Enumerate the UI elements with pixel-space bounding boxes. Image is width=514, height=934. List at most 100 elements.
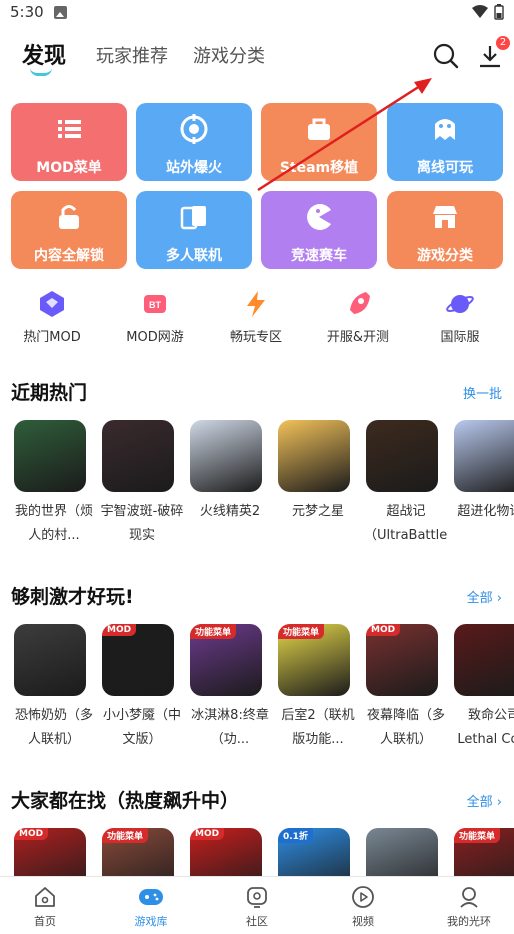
game-name: 超进化物语2 [457,504,514,519]
tile-label: Steam移植 [279,160,359,176]
game-card[interactable]: 恐怖奶奶（多人联机） [12,624,96,754]
nav-profile[interactable]: 我的光环 [424,885,514,929]
game-card[interactable]: 超战记（UltraBattle） [364,420,448,550]
game-card[interactable] [364,828,448,876]
game-cover[interactable] [14,624,86,696]
shortcut-4[interactable]: 国际服 [415,290,505,345]
download-button[interactable]: 2 [476,36,510,70]
game-card[interactable]: MOD [188,828,272,876]
tile-2[interactable]: Steam移植 [261,103,377,181]
game-card[interactable]: 超进化物语2 [452,420,514,550]
tile-7[interactable]: 游戏分类 [387,191,503,269]
game-cover[interactable]: 功能菜单 [190,624,262,696]
bt-icon: BT [144,295,166,313]
game-cover[interactable] [454,624,514,696]
nav-video[interactable]: 视频 [318,885,408,929]
battery-icon [494,4,504,20]
game-cover[interactable] [278,420,350,492]
section-more-link[interactable]: 全部 › [467,791,502,810]
home-icon [35,887,55,907]
game-name: 冰淇淋8:终章（功... [191,708,269,747]
status-time: 5:30 [10,3,44,21]
nav-home[interactable]: 首页 [0,885,90,929]
tile-label: 站外爆火 [166,160,222,176]
planet-icon [446,295,474,313]
search-button[interactable] [432,42,460,70]
game-card[interactable]: 功能菜单后室2（联机版功能... [276,624,360,754]
tile-6[interactable]: 竞速赛车 [261,191,377,269]
hex-icon [40,291,64,317]
shortcut-3[interactable]: 开服&开测 [313,290,403,345]
section-more-link[interactable]: 全部 › [467,587,502,606]
game-card[interactable]: 致命公司Lethal Co... [452,624,514,754]
tile-label: 竞速赛车 [291,248,347,264]
nav-community[interactable]: 社区 [212,885,302,929]
game-cover[interactable] [454,420,514,492]
game-card[interactable]: 功能菜单 [100,828,184,876]
shop-icon [433,206,457,228]
game-cover[interactable]: 0.1折 [278,828,350,876]
game-card[interactable]: MOD [12,828,96,876]
game-cover[interactable]: MOD [14,828,86,876]
game-name: 火线精英2 [199,504,261,519]
game-card[interactable]: 宇智波斑-破碎现实 [100,420,184,550]
section-title: 近期热门 [11,382,88,404]
shortcut-2[interactable]: 畅玩专区 [211,290,301,345]
game-cover[interactable] [102,420,174,492]
tile-5[interactable]: 多人联机 [136,191,252,269]
game-name: 致命公司Lethal Co... [457,708,514,747]
community-icon [247,887,267,908]
gallery-icon [53,5,67,19]
tab-game-category[interactable]: 游戏分类 [193,42,265,68]
nav-game-library[interactable]: 游戏库 [106,885,196,929]
nav-label: 视频 [352,915,374,928]
bolt-icon [247,291,265,317]
unlock-icon [59,205,79,229]
shortcut-1[interactable]: BT MOD网游 [110,290,200,345]
tab-indicator [30,68,52,76]
game-card[interactable]: 功能菜单冰淇淋8:终章（功... [188,624,272,754]
game-card[interactable]: 功能菜单 [452,828,514,876]
game-name: 后室2（联机版功能... [281,708,355,747]
game-card[interactable]: 0.1折 [276,828,360,876]
nav-label: 我的光环 [447,915,491,928]
tab-discover[interactable]: 发现 [22,38,66,70]
game-card[interactable]: 我的世界（烦人的村... [12,420,96,550]
game-name: 我的世界（烦人的村... [14,504,93,543]
section-more-link[interactable]: 换一批 [463,383,502,402]
game-cover[interactable]: 功能菜单 [278,624,350,696]
game-cover[interactable]: 功能菜单 [454,828,514,876]
user-icon [460,887,478,908]
game-card[interactable]: 火线精英2 [188,420,272,550]
shortcut-0[interactable]: 热门MOD [7,290,97,345]
tile-4[interactable]: 内容全解锁 [11,191,127,269]
tile-1[interactable]: 站外爆火 [136,103,252,181]
tab-player-recommend[interactable]: 玩家推荐 [96,42,168,68]
game-cover[interactable] [190,420,262,492]
shortcut-label: 国际服 [440,330,480,345]
briefcase-icon [308,118,330,140]
tile-0[interactable]: MOD菜单 [11,103,127,181]
shortcut-label: MOD网游 [126,330,184,345]
game-card[interactable]: MOD 夜幕降临（多人联机） [364,624,448,754]
header: 发现 玩家推荐 游戏分类 2 [0,30,514,82]
game-card[interactable]: MOD 小小梦魇（中文版） [100,624,184,754]
status-bar: 5:30 [0,0,514,24]
tile-3[interactable]: 离线可玩 [387,103,503,181]
tile-label: MOD菜单 [36,160,102,176]
game-cover[interactable] [14,420,86,492]
game-card[interactable]: 元梦之星 [276,420,360,550]
game-name: 元梦之星 [291,504,344,519]
game-tag: 功能菜单 [278,624,325,639]
game-cover[interactable]: MOD [190,828,262,876]
game-cover[interactable] [366,828,438,876]
game-cover[interactable] [366,420,438,492]
ghost-icon [435,119,455,140]
tile-label: 离线可玩 [417,160,473,176]
wifi-icon [472,5,488,18]
gamepad-icon [139,889,163,905]
game-cover[interactable]: 功能菜单 [102,828,174,876]
game-cover[interactable]: MOD [102,624,174,696]
game-cover[interactable]: MOD [366,624,438,696]
shortcut-label: 畅玩专区 [229,330,282,345]
